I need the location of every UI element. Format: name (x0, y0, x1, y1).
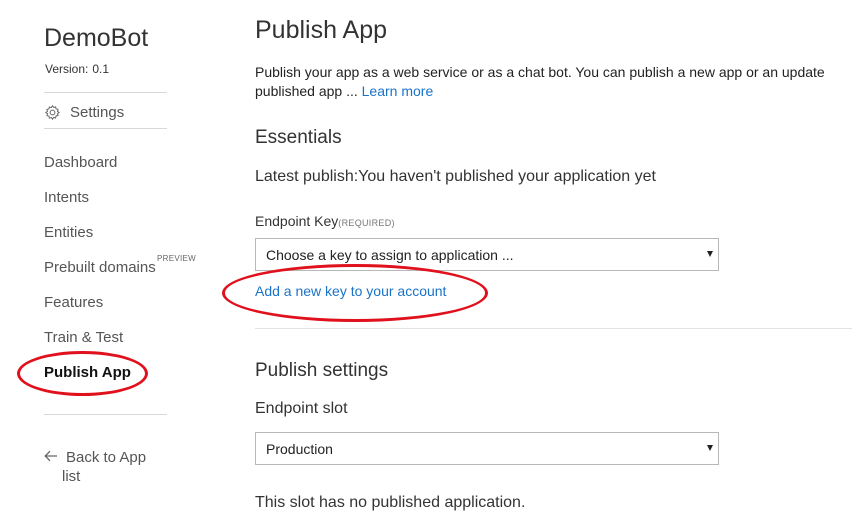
sidebar-divider (44, 128, 167, 129)
endpoint-key-select[interactable]: Choose a key to assign to application ..… (255, 238, 719, 271)
endpoint-slot-select-value: Production (266, 441, 333, 457)
endpoint-key-label-text: Endpoint Key (255, 213, 339, 229)
settings-label: Settings (70, 103, 125, 121)
main-content: Publish App Publish your app as a web se… (255, 0, 852, 518)
endpoint-key-select-value: Choose a key to assign to application ..… (266, 247, 514, 263)
sidebar-item-prebuilt-domains[interactable]: Prebuilt domains (44, 259, 156, 276)
intro-line-1: Publish your app as a web service or as … (255, 64, 825, 80)
sidebar-item-train-test[interactable]: Train & Test (44, 329, 123, 346)
gear-icon (44, 104, 61, 121)
back-link-label: Back to App (66, 449, 147, 466)
page-title: Publish App (255, 16, 388, 44)
arrow-left-icon (44, 448, 60, 467)
sidebar-item-dashboard[interactable]: Dashboard (44, 154, 117, 171)
publish-settings-heading: Publish settings (255, 360, 389, 381)
slot-status-text: This slot has no published application. (255, 494, 526, 511)
sidebar-item-entities[interactable]: Entities (44, 224, 93, 241)
add-new-key-link[interactable]: Add a new key to your account (255, 283, 446, 299)
app-name: DemoBot (44, 24, 149, 52)
settings-link[interactable]: Settings (44, 101, 124, 123)
intro-line-2: published app ... (255, 83, 358, 99)
back-to-app-list-link[interactable]: Back to App list (44, 448, 164, 486)
latest-publish-status: Latest publish:You haven't published you… (255, 168, 656, 185)
preview-badge: PREVIEW (157, 254, 196, 263)
endpoint-slot-label: Endpoint slot (255, 400, 348, 417)
learn-more-link[interactable]: Learn more (362, 83, 434, 99)
caret-down-icon (707, 445, 713, 451)
sidebar-divider (44, 414, 167, 415)
sidebar-item-intents[interactable]: Intents (44, 189, 89, 206)
required-tag: (REQUIRED) (338, 218, 395, 228)
back-link-label-line2: list (62, 468, 81, 485)
essentials-heading: Essentials (255, 127, 342, 148)
sidebar: DemoBot Version: 0.1 Settings Dashboard I… (0, 0, 200, 518)
sidebar-item-features[interactable]: Features (44, 294, 103, 311)
intro-text: Publish your app as a web service or as … (255, 63, 852, 101)
version-value: 0.1 (92, 62, 110, 76)
app-version: Version: 0.1 (45, 62, 109, 76)
endpoint-key-label: Endpoint Key(REQUIRED) (255, 213, 395, 229)
endpoint-slot-select[interactable]: Production (255, 432, 719, 465)
sidebar-divider (44, 92, 167, 93)
caret-down-icon (707, 251, 713, 257)
section-divider (255, 328, 852, 329)
sidebar-item-publish-app[interactable]: Publish App (44, 364, 131, 381)
version-label: Version: (45, 62, 89, 76)
